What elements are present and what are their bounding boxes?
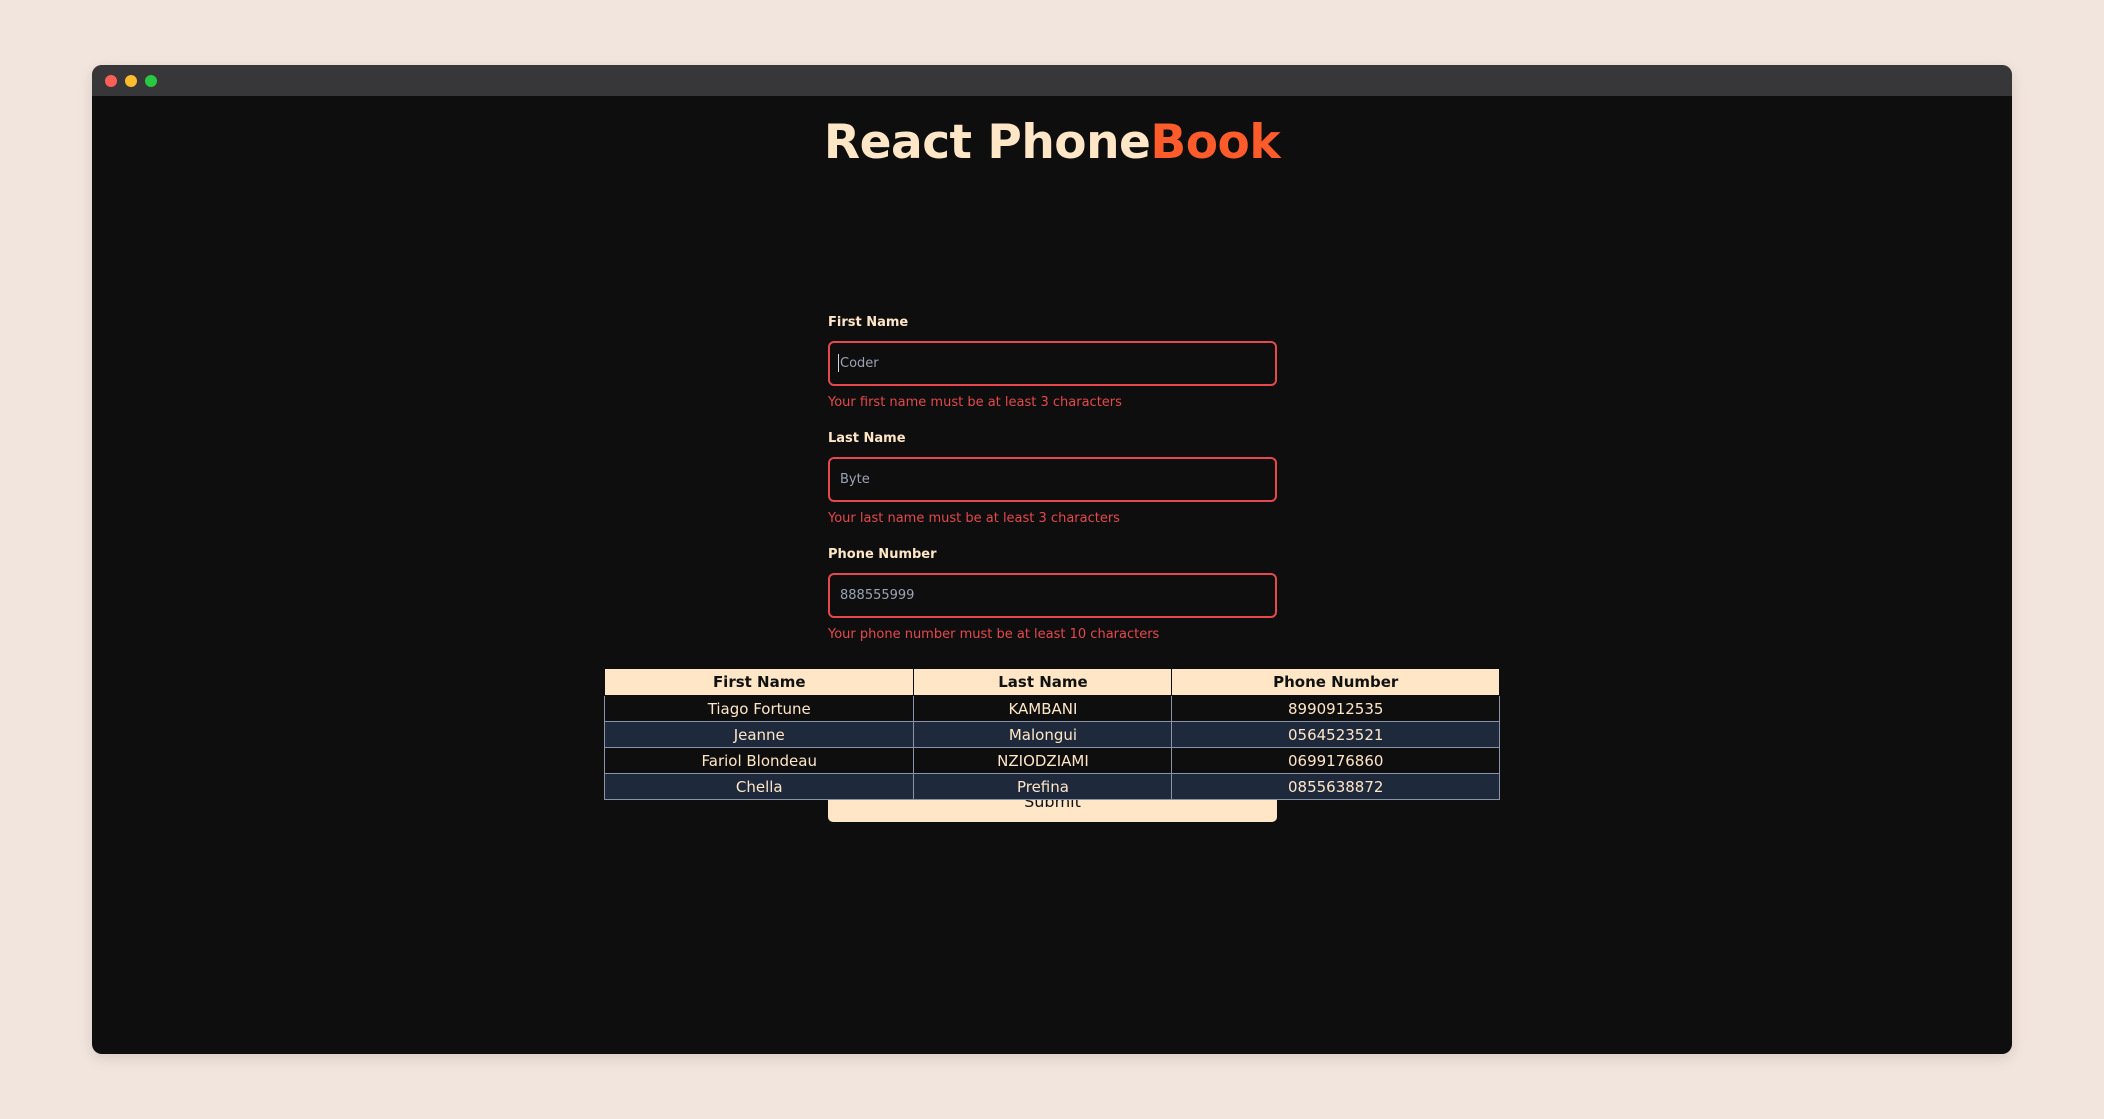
last-name-error: Your last name must be at least 3 charac… [828, 511, 1120, 526]
phone-number-label: Phone Number [828, 547, 937, 562]
cell-phone-number: 0564523521 [1171, 721, 1500, 748]
phone-number-error: Your phone number must be at least 10 ch… [828, 627, 1160, 642]
cell-first-name: Fariol Blondeau [603, 747, 915, 774]
cell-phone-number: 8990912535 [1171, 695, 1500, 722]
cell-first-name: Tiago Fortune [603, 695, 915, 722]
table-row: Fariol Blondeau NZIODZIAMI 0699176860 [603, 747, 1500, 774]
cell-last-name: KAMBANI [913, 695, 1173, 722]
cell-phone-number: 0855638872 [1171, 773, 1500, 800]
title-main: React Phone [823, 115, 1151, 170]
last-name-label: Last Name [828, 431, 906, 446]
text-caret [838, 354, 839, 372]
cell-last-name: Malongui [913, 721, 1173, 748]
first-name-input[interactable] [828, 341, 1277, 386]
window-titlebar [92, 65, 2012, 96]
close-window-icon[interactable] [105, 75, 117, 87]
last-name-input[interactable] [828, 457, 1277, 502]
column-header-last-name[interactable]: Last Name [913, 668, 1173, 696]
table-row: Tiago Fortune KAMBANI 8990912535 [603, 695, 1500, 722]
column-header-first-name[interactable]: First Name [603, 668, 915, 696]
cell-first-name: Jeanne [603, 721, 915, 748]
column-header-phone-number[interactable]: Phone Number [1171, 668, 1500, 696]
cell-phone-number: 0699176860 [1171, 747, 1500, 774]
app-window: React PhoneBook First Name Your first na… [92, 65, 2012, 1054]
minimize-window-icon[interactable] [125, 75, 137, 87]
cell-last-name: NZIODZIAMI [913, 747, 1173, 774]
page-title: React PhoneBook [92, 115, 2012, 170]
contacts-table: First Name Last Name Phone Number Tiago … [603, 668, 1500, 800]
title-accent: Book [1150, 115, 1281, 170]
first-name-field-wrapper [828, 341, 1277, 386]
table-row: Jeanne Malongui 0564523521 [603, 721, 1500, 748]
first-name-label: First Name [828, 315, 909, 330]
table-row: Chella Prefina 0855638872 [603, 773, 1500, 800]
cell-first-name: Chella [603, 773, 915, 800]
cell-last-name: Prefina [913, 773, 1173, 800]
maximize-window-icon[interactable] [145, 75, 157, 87]
first-name-error: Your first name must be at least 3 chara… [828, 395, 1122, 410]
table-header-row: First Name Last Name Phone Number [603, 668, 1500, 696]
phone-number-input[interactable] [828, 573, 1277, 618]
